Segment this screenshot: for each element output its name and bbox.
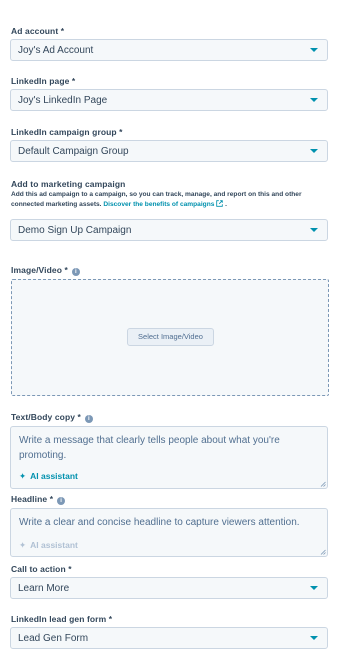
ai-assistant-label: AI assistant bbox=[30, 540, 78, 550]
info-icon[interactable]: i bbox=[57, 497, 66, 505]
body-copy-placeholder: Write a message that clearly tells peopl… bbox=[19, 435, 280, 461]
headline-ai-assistant-button[interactable]: ✦ AI assistant bbox=[19, 540, 78, 551]
info-icon[interactable]: i bbox=[84, 415, 93, 423]
linkedin-page-value: Joy's LinkedIn Page bbox=[18, 95, 108, 106]
marketing-campaign-label: Add to marketing campaign bbox=[11, 179, 126, 189]
sparkle-icon: ✦ bbox=[19, 471, 27, 481]
body-copy-label-row: Text/Body copy * i bbox=[11, 412, 93, 423]
marketing-campaign-help: Add this ad campaign to a campaign, so y… bbox=[11, 190, 333, 210]
ai-assistant-label: AI assistant bbox=[30, 471, 78, 481]
lead-gen-form-select[interactable]: Lead Gen Form bbox=[10, 627, 328, 649]
chevron-down-icon bbox=[310, 149, 318, 153]
chevron-down-icon bbox=[310, 228, 318, 232]
headline-placeholder: Write a clear and concise headline to ca… bbox=[19, 517, 300, 528]
info-icon[interactable]: i bbox=[71, 268, 80, 276]
chevron-down-icon bbox=[310, 48, 318, 52]
headline-label: Headline * bbox=[11, 494, 54, 504]
marketing-campaign-value: Demo Sign Up Campaign bbox=[18, 225, 132, 236]
campaign-group-select[interactable]: Default Campaign Group bbox=[10, 140, 328, 162]
campaign-group-label: LinkedIn campaign group * bbox=[11, 127, 123, 137]
call-to-action-select[interactable]: Learn More bbox=[10, 577, 328, 599]
lead-gen-form-value: Lead Gen Form bbox=[18, 633, 89, 644]
ad-account-label: Ad account * bbox=[11, 26, 65, 36]
resize-handle-icon[interactable] bbox=[320, 549, 326, 555]
select-image-video-button[interactable]: Select Image/Video bbox=[127, 328, 214, 346]
linkedin-page-label: LinkedIn page * bbox=[11, 76, 76, 86]
chevron-down-icon bbox=[310, 586, 318, 590]
lead-gen-form-label: LinkedIn lead gen form * bbox=[11, 614, 113, 624]
linkedin-page-select[interactable]: Joy's LinkedIn Page bbox=[10, 89, 328, 111]
campaign-benefits-link[interactable]: Discover the benefits of campaigns bbox=[103, 201, 214, 208]
call-to-action-value: Learn More bbox=[18, 583, 70, 594]
chevron-down-icon bbox=[310, 636, 318, 640]
body-copy-textarea[interactable]: Write a message that clearly tells peopl… bbox=[10, 426, 328, 489]
help-suffix: . bbox=[225, 201, 227, 208]
image-video-label: Image/Video * bbox=[11, 265, 68, 275]
headline-label-row: Headline * i bbox=[11, 494, 66, 505]
headline-textarea[interactable]: Write a clear and concise headline to ca… bbox=[10, 508, 328, 557]
chevron-down-icon bbox=[310, 98, 318, 102]
image-video-dropzone[interactable]: Select Image/Video bbox=[11, 279, 329, 396]
body-copy-ai-assistant-button[interactable]: ✦ AI assistant bbox=[19, 471, 78, 482]
ad-account-value: Joy's Ad Account bbox=[18, 45, 94, 56]
resize-handle-icon[interactable] bbox=[320, 481, 326, 487]
campaign-group-value: Default Campaign Group bbox=[18, 146, 129, 157]
sparkle-icon: ✦ bbox=[19, 540, 27, 550]
image-video-label-row: Image/Video * i bbox=[11, 265, 80, 276]
external-link-icon[interactable] bbox=[216, 200, 223, 207]
call-to-action-label: Call to action * bbox=[11, 564, 72, 574]
marketing-campaign-select[interactable]: Demo Sign Up Campaign bbox=[10, 219, 328, 241]
ad-account-select[interactable]: Joy's Ad Account bbox=[10, 39, 328, 61]
body-copy-label: Text/Body copy * bbox=[11, 412, 81, 422]
